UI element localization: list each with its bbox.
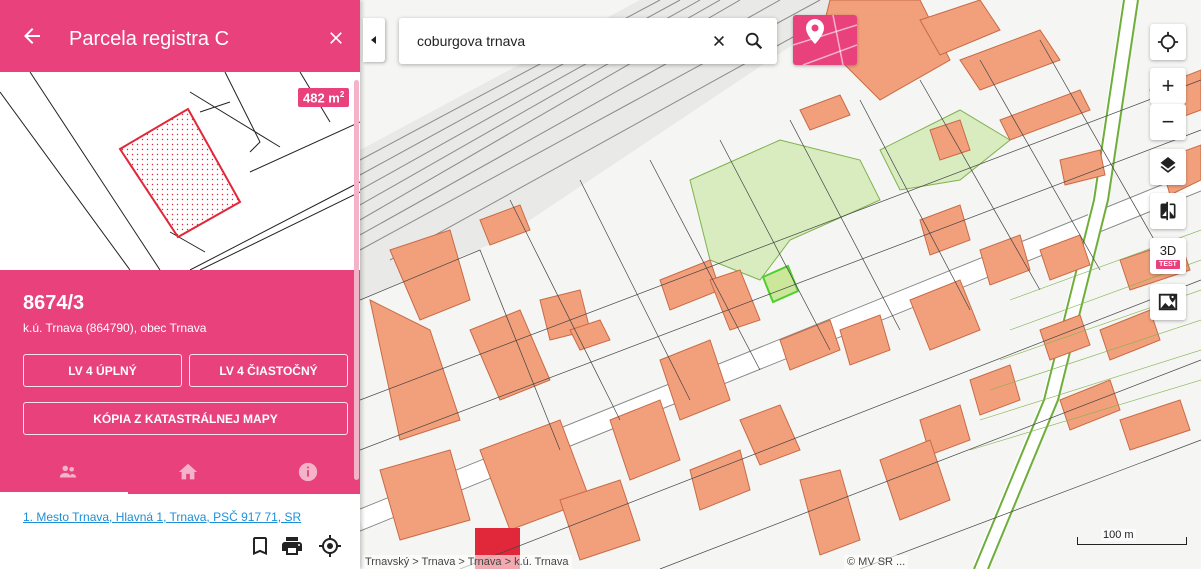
search-icon[interactable]	[743, 30, 765, 52]
3d-toggle[interactable]: 3D TEST	[1150, 238, 1186, 274]
back-arrow-icon[interactable]	[20, 24, 44, 48]
locate-target-icon[interactable]	[318, 534, 342, 558]
tab-owners[interactable]	[8, 450, 128, 494]
active-tab-indicator	[0, 492, 128, 494]
parcel-locator-button[interactable]	[793, 15, 857, 65]
info-icon	[298, 462, 318, 482]
search-input[interactable]	[417, 31, 707, 51]
home-icon	[178, 463, 198, 480]
map-pin-icon	[793, 15, 857, 65]
map-copyright: © MV SR ...	[844, 555, 909, 569]
panel-tabs	[0, 450, 360, 494]
bookmark-icon[interactable]	[248, 534, 272, 558]
test-badge: TEST	[1156, 260, 1180, 269]
scrollbar-thumb[interactable]	[354, 80, 359, 480]
compare-icon	[1160, 201, 1176, 221]
photo-map-icon	[1158, 293, 1178, 311]
area-value: 482 m	[303, 90, 340, 106]
gps-target-icon	[1157, 31, 1179, 53]
gps-button[interactable]	[1150, 24, 1186, 60]
map-scale-bar: 100 m	[1077, 529, 1187, 545]
map-canvas[interactable]	[360, 0, 1201, 569]
cadastral-copy-button[interactable]: KÓPIA Z KATASTRÁLNEJ MAPY	[23, 402, 348, 435]
print-icon[interactable]	[280, 534, 304, 558]
lv4-full-button[interactable]: LV 4 ÚPLNÝ	[23, 354, 182, 387]
area-unit-superscript: 2	[339, 90, 345, 99]
compare-button[interactable]	[1150, 193, 1186, 229]
collapse-panel-button[interactable]	[363, 18, 385, 62]
panel-title: Parcela registra C	[69, 28, 230, 50]
photo-map-button[interactable]	[1150, 284, 1186, 320]
search-bar	[399, 18, 777, 64]
zoom-in-icon: +	[1161, 73, 1175, 98]
cadastral-map[interactable]: Trnavský > Trnava > Trnava > k.ú. Trnava…	[360, 0, 1201, 569]
area-badge: 482 m2	[298, 88, 350, 108]
map-breadcrumb: Trnavský > Trnava > Trnava > k.ú. Trnava	[362, 555, 572, 569]
clear-icon[interactable]	[709, 31, 729, 51]
parcel-info: 8674/3 k.ú. Trnava (864790), obec Trnava…	[0, 270, 360, 494]
zoom-out-icon: −	[1161, 109, 1175, 134]
lv4-partial-button[interactable]: LV 4 ČIASTOČNÝ	[189, 354, 348, 387]
parcel-number: 8674/3	[23, 292, 85, 314]
chevron-left-icon	[371, 36, 376, 44]
people-icon	[59, 465, 77, 478]
parcel-preview-map: 482 m2	[0, 72, 360, 270]
panel-bottom-bar	[0, 526, 360, 569]
panel-scrollbar[interactable]	[352, 72, 360, 482]
tab-building[interactable]	[128, 450, 248, 494]
owner-link[interactable]: 1. Mesto Trnava, Hlavná 1, Trnava, PSČ 9…	[23, 510, 333, 524]
scale-label: 100 m	[1101, 529, 1136, 541]
close-icon[interactable]	[326, 28, 346, 48]
parcel-panel: Parcela registra C 482 m2 8674/3 k.ú. Tr…	[0, 0, 360, 569]
panel-header: Parcela registra C	[0, 0, 360, 72]
parcel-subtitle: k.ú. Trnava (864790), obec Trnava	[23, 321, 207, 335]
tab-info[interactable]	[248, 450, 368, 494]
zoom-out-button[interactable]: −	[1150, 104, 1186, 140]
zoom-in-button[interactable]: +	[1150, 68, 1186, 104]
layers-button[interactable]	[1150, 149, 1186, 185]
layers-icon	[1160, 157, 1176, 173]
3d-label: 3D	[1159, 243, 1177, 258]
